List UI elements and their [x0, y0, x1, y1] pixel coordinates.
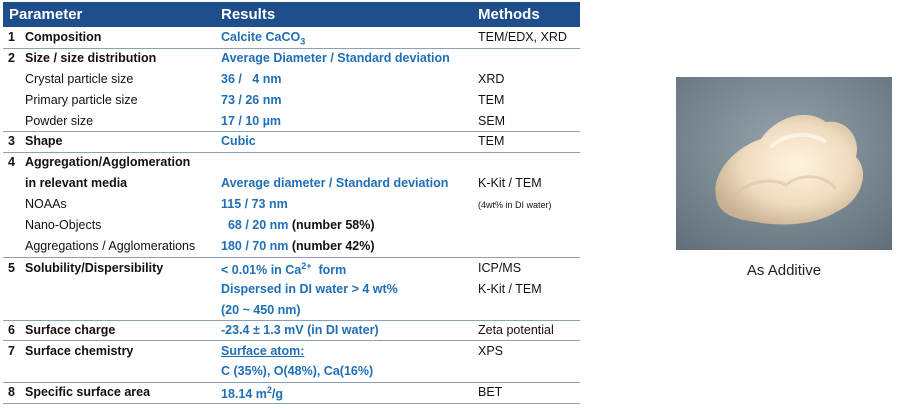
row-result: Average Diameter / Standard deviation: [221, 51, 450, 65]
row-parameter: Composition: [25, 30, 102, 44]
row-result: Average diameter / Standard deviation: [221, 176, 449, 190]
header-methods: Methods: [478, 6, 540, 23]
row-number: 7: [8, 344, 15, 358]
table-header: Parameter Results Methods: [3, 2, 580, 27]
row-result: 68 / 20 nm (number 58%): [221, 218, 375, 232]
row-parameter: Surface charge: [25, 323, 116, 337]
row-number: 3: [8, 134, 15, 148]
row-parameter: in relevant media: [25, 176, 128, 190]
row-result: C (35%), O(48%), Ca(16%): [221, 364, 374, 378]
row-parameter: Powder size: [25, 114, 94, 128]
row-number: 4: [8, 155, 15, 169]
row-method: TEM: [478, 134, 505, 148]
row-method: (4wt% in DI water): [478, 200, 552, 210]
row-result: Calcite CaCO3: [221, 30, 306, 47]
row-result: < 0.01% in Ca2+ form: [221, 261, 347, 278]
row-result: 18.14 m2/g: [221, 385, 283, 402]
row-method: ICP/MS: [478, 261, 522, 275]
row-method: XRD: [478, 72, 505, 86]
row-result: 17 / 10 µm: [221, 114, 282, 128]
header-results: Results: [221, 6, 276, 23]
row-parameter: Crystal particle size: [25, 72, 134, 86]
header-parameter: Parameter: [9, 6, 83, 23]
row-method: Zeta potential: [478, 323, 554, 337]
row-method: XPS: [478, 344, 504, 358]
row-parameter: Shape: [25, 134, 63, 148]
row-result: (20 ~ 450 nm): [221, 303, 301, 317]
row-parameter: Aggregation/Agglomeration: [25, 155, 191, 169]
row-method: BET: [478, 385, 503, 399]
row-result: 73 / 26 nm: [221, 93, 282, 107]
row-parameter: Specific surface area: [25, 385, 151, 399]
row-parameter: Primary particle size: [25, 93, 138, 107]
row-method: K-Kit / TEM: [478, 282, 542, 296]
image-caption: As Additive: [746, 262, 822, 279]
row-result: 36 / 4 nm: [221, 72, 282, 86]
row-method: SEM: [478, 114, 506, 128]
row-result: -23.4 ± 1.3 mV (in DI water): [221, 323, 379, 337]
row-number: 6: [8, 323, 15, 337]
row-parameter: Nano-Objects: [25, 218, 102, 232]
row-parameter: NOAAs: [25, 197, 67, 211]
row-result: 115 / 73 nm: [221, 197, 288, 211]
row-result: Cubic: [221, 134, 256, 148]
row-number: 2: [8, 51, 15, 65]
row-result: Dispersed in DI water > 4 wt%: [221, 282, 398, 296]
row-number: 5: [8, 261, 15, 275]
row-result: 180 / 70 nm (number 42%): [221, 239, 375, 253]
row-method: TEM/EDX, XRD: [478, 30, 567, 44]
row-number: 1: [8, 30, 15, 44]
row-method: K-Kit / TEM: [478, 176, 542, 190]
row-parameter: Solubility/Dispersibility: [25, 261, 164, 275]
powder-photo: [676, 77, 892, 250]
row-parameter: Aggregations / Agglomerations: [25, 239, 196, 253]
row-result: Surface atom:: [221, 344, 305, 358]
row-parameter: Size / size distribution: [25, 51, 157, 65]
row-parameter: Surface chemistry: [25, 344, 134, 358]
row-method: TEM: [478, 93, 505, 107]
row-number: 8: [8, 385, 15, 399]
